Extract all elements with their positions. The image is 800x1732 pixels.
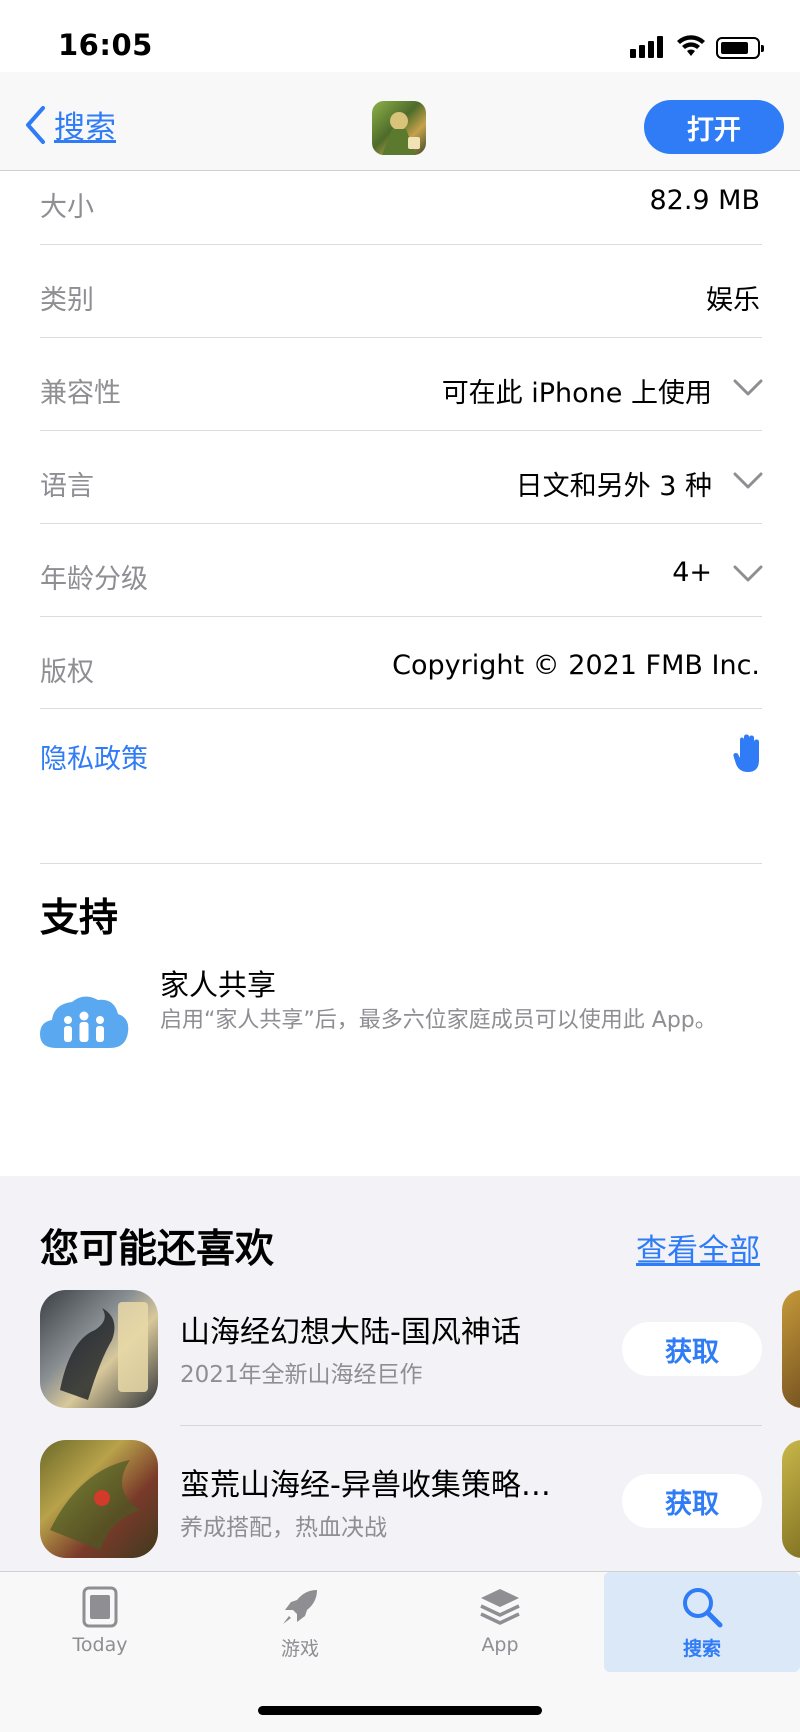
family-sharing-description: 启用“家人共享”后，最多六位家庭成员可以使用此 App。: [160, 1008, 717, 1033]
info-value-compatibility[interactable]: 可在此 iPhone 上使用: [442, 371, 712, 410]
info-value-age-rating[interactable]: 4+: [672, 557, 712, 588]
app-icon[interactable]: [782, 1290, 800, 1408]
chevron-down-icon[interactable]: [733, 379, 763, 397]
info-value-size: 82.9 MB: [649, 185, 760, 216]
tab-games[interactable]: 游戏: [220, 1572, 380, 1672]
app-icon[interactable]: [782, 1440, 800, 1558]
recommended-title: 您可能还喜欢: [40, 1227, 275, 1272]
divider: [40, 523, 762, 524]
divider: [40, 337, 762, 338]
today-icon: [82, 1586, 118, 1628]
back-button[interactable]: 搜索: [24, 102, 116, 147]
divider: [40, 616, 762, 617]
info-value-category: 娱乐: [706, 285, 760, 316]
chevron-down-icon[interactable]: [733, 565, 763, 583]
recommended-app-name[interactable]: 蛮荒山海经-异兽收集策略…: [180, 1460, 600, 1504]
tab-today[interactable]: Today: [20, 1572, 180, 1672]
get-button[interactable]: 获取: [622, 1322, 762, 1376]
hand-icon[interactable]: [733, 734, 765, 774]
battery-icon: [716, 37, 764, 59]
chevron-left-icon: [26, 105, 45, 144]
recommended-app-name[interactable]: 山海经幻想大陆-国风神话: [180, 1307, 600, 1351]
info-label-age-rating: 年龄分级: [40, 564, 148, 595]
see-all-link[interactable]: 查看全部: [636, 1225, 760, 1270]
info-value-language[interactable]: 日文和另外 3 种: [516, 464, 712, 503]
divider: [40, 708, 762, 709]
privacy-policy-link[interactable]: 隐私政策: [40, 737, 148, 776]
support-title: 支持: [40, 896, 119, 941]
family-sharing-title: 家人共享: [160, 968, 277, 1002]
layers-icon: [480, 1589, 520, 1625]
info-label-category: 类别: [40, 285, 94, 316]
chevron-down-icon[interactable]: [733, 472, 763, 490]
tab-label: App: [481, 1634, 519, 1656]
get-button[interactable]: 获取: [622, 1474, 762, 1528]
info-label-copyright: 版权: [40, 657, 94, 688]
tab-apps[interactable]: App: [420, 1572, 580, 1672]
search-icon: [683, 1588, 723, 1628]
info-label-language: 语言: [40, 471, 94, 502]
tab-label: Today: [72, 1634, 128, 1656]
back-label: 搜索: [54, 110, 116, 146]
tab-label: 搜索: [682, 1638, 721, 1660]
info-label-compatibility: 兼容性: [40, 378, 121, 409]
app-icon: [372, 101, 426, 155]
open-button[interactable]: 打开: [644, 100, 784, 154]
divider: [40, 244, 762, 245]
info-value-copyright: Copyright © 2021 FMB Inc.: [392, 650, 760, 681]
family-sharing-icon: [40, 996, 129, 1048]
navigation-bar: 搜索 打开: [0, 72, 800, 171]
rocket-icon: [283, 1590, 317, 1624]
recommended-app-subtitle: 2021年全新山海经巨作: [180, 1362, 423, 1388]
recommended-app-subtitle: 养成搭配，热血决战: [180, 1515, 387, 1541]
tab-search[interactable]: 搜索: [604, 1572, 800, 1672]
divider: [180, 1425, 762, 1426]
divider: [40, 863, 762, 864]
cellular-signal-icon: [630, 36, 666, 58]
tab-label: 游戏: [280, 1638, 319, 1660]
info-label-size: 大小: [40, 192, 94, 223]
divider: [40, 430, 762, 431]
status-time: 16:05: [58, 28, 153, 62]
app-icon[interactable]: [40, 1440, 158, 1558]
home-indicator: [258, 1706, 542, 1715]
wifi-icon: [677, 35, 705, 56]
app-icon[interactable]: [40, 1290, 158, 1408]
